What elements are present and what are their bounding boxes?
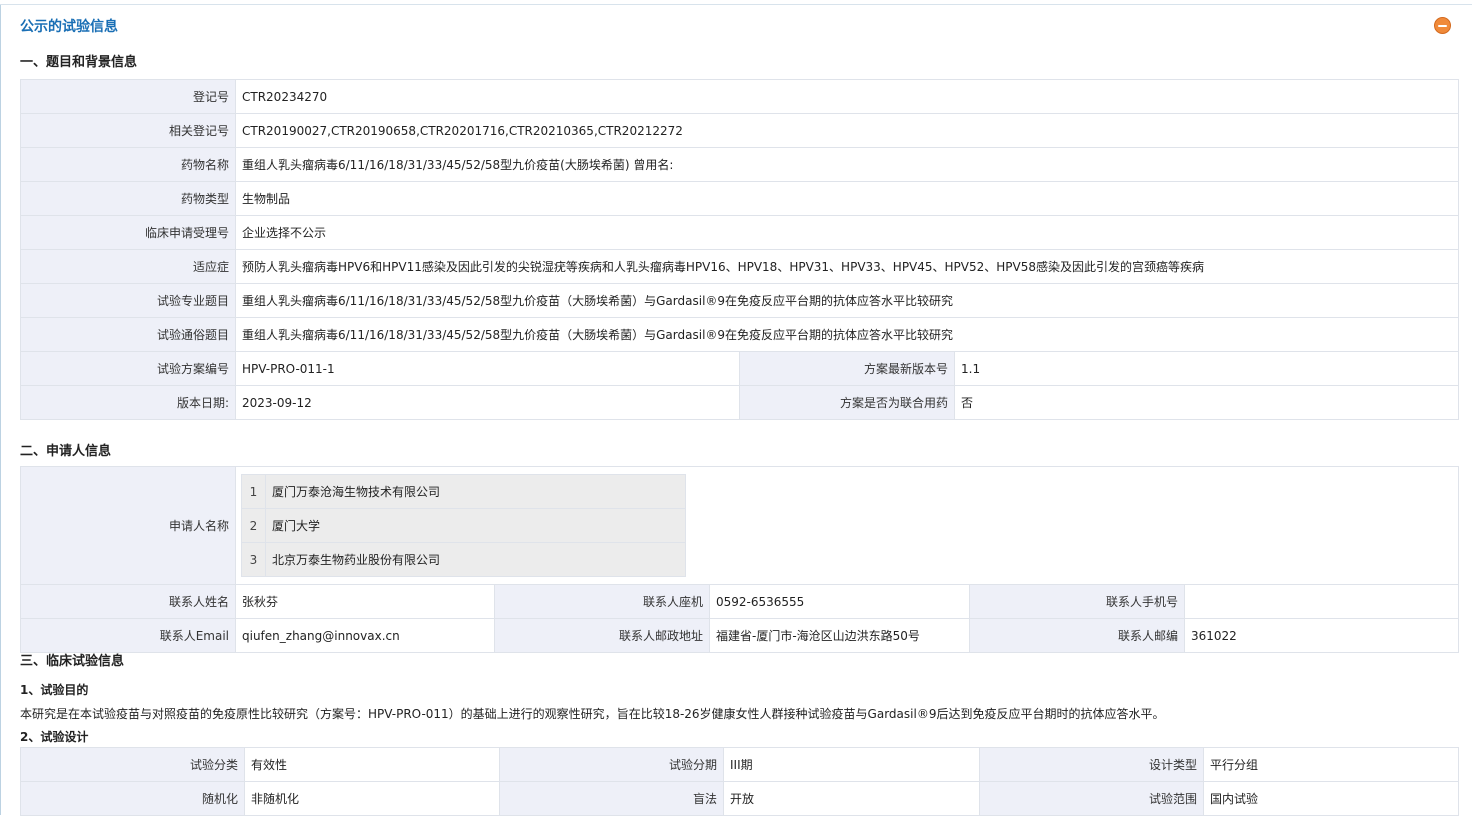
applicant-list: 1 厦门万泰沧海生物技术有限公司 2 厦门大学 3 北京万泰生物药业股份有限公司 [241, 474, 686, 577]
applicant-index: 1 [241, 474, 266, 509]
list-item: 1 厦门万泰沧海生物技术有限公司 [241, 474, 686, 509]
field-label: 设计类型 [979, 747, 1204, 782]
field-label: 方案最新版本号 [739, 351, 955, 386]
applicant-info-table: 申请人名称 1 厦门万泰沧海生物技术有限公司 2 厦门大学 3 北京万泰生物药业… [20, 466, 1459, 653]
contact-zip: 361022 [1184, 618, 1459, 653]
contact-email: qiufen_zhang@innovax.cn [235, 618, 495, 653]
table-row: 相关登记号 CTR20190027,CTR20190658,CTR2020171… [20, 113, 1459, 148]
field-label: 试验分期 [499, 747, 724, 782]
field-label: 联系人邮政地址 [494, 618, 710, 653]
contact-address: 福建省-厦门市-海沧区山边洪东路50号 [709, 618, 970, 653]
version-date: 2023-09-12 [235, 385, 740, 420]
table-row: 试验分类 有效性 试验分期 III期 设计类型 平行分组 [20, 747, 1459, 782]
list-item: 2 厦门大学 [241, 508, 686, 543]
application-acceptance-number: 企业选择不公示 [235, 215, 1459, 250]
applicant-name: 厦门万泰沧海生物技术有限公司 [265, 474, 686, 509]
table-row: 试验专业题目 重组人乳头瘤病毒6/11/16/18/31/33/45/52/58… [20, 283, 1459, 318]
field-label: 试验分类 [20, 747, 245, 782]
field-label: 临床申请受理号 [20, 215, 236, 250]
table-row: 申请人名称 1 厦门万泰沧海生物技术有限公司 2 厦门大学 3 北京万泰生物药业… [20, 466, 1459, 585]
field-label: 相关登记号 [20, 113, 236, 148]
table-row: 登记号 CTR20234270 [20, 79, 1459, 114]
design-heading: 2、试验设计 [20, 730, 89, 744]
field-label: 联系人姓名 [20, 584, 236, 619]
field-label: 联系人座机 [494, 584, 710, 619]
field-label: 方案是否为联合用药 [739, 385, 955, 420]
applicant-list-cell: 1 厦门万泰沧海生物技术有限公司 2 厦门大学 3 北京万泰生物药业股份有限公司 [235, 466, 1459, 585]
applicant-index: 2 [241, 508, 266, 543]
public-title: 重组人乳头瘤病毒6/11/16/18/31/33/45/52/58型九价疫苗（大… [235, 317, 1459, 352]
field-label: 药物类型 [20, 181, 236, 216]
trial-design-table: 试验分类 有效性 试验分期 III期 设计类型 平行分组 随机化 非随机化 盲法… [20, 747, 1459, 816]
applicant-name: 北京万泰生物药业股份有限公司 [265, 542, 686, 577]
applicant-index: 3 [241, 542, 266, 577]
purpose-heading: 1、试验目的 [20, 683, 89, 697]
trial-phase: III期 [723, 747, 980, 782]
topic-info-table: 登记号 CTR20234270 相关登记号 CTR20190027,CTR201… [20, 79, 1459, 420]
field-label: 药物名称 [20, 147, 236, 182]
field-label: 申请人名称 [20, 466, 236, 585]
contact-mobile [1184, 584, 1459, 619]
field-label: 试验方案编号 [20, 351, 236, 386]
trial-scope: 国内试验 [1203, 781, 1459, 816]
table-row: 试验通俗题目 重组人乳头瘤病毒6/11/16/18/31/33/45/52/58… [20, 317, 1459, 352]
blinding: 开放 [723, 781, 980, 816]
field-label: 适应症 [20, 249, 236, 284]
field-label: 登记号 [20, 79, 236, 114]
contact-phone: 0592-6536555 [709, 584, 970, 619]
field-label: 盲法 [499, 781, 724, 816]
table-row: 临床申请受理号 企业选择不公示 [20, 215, 1459, 250]
field-label: 联系人手机号 [969, 584, 1185, 619]
trial-category: 有效性 [244, 747, 500, 782]
field-label: 版本日期: [20, 385, 236, 420]
contact-name: 张秋芬 [235, 584, 495, 619]
table-row: 药物类型 生物制品 [20, 181, 1459, 216]
field-label: 试验专业题目 [20, 283, 236, 318]
design-type: 平行分组 [1203, 747, 1459, 782]
table-row: 试验方案编号 HPV-PRO-011-1 方案最新版本号 1.1 [20, 351, 1459, 386]
field-label: 试验范围 [979, 781, 1204, 816]
related-registration-numbers: CTR20190027,CTR20190658,CTR20201716,CTR2… [235, 113, 1459, 148]
top-border [0, 4, 1472, 5]
scientific-title: 重组人乳头瘤病毒6/11/16/18/31/33/45/52/58型九价疫苗（大… [235, 283, 1459, 318]
section-heading-trial: 三、临床试验信息 [20, 654, 125, 669]
left-border [0, 5, 1, 815]
table-row: 随机化 非随机化 盲法 开放 试验范围 国内试验 [20, 781, 1459, 816]
list-item: 3 北京万泰生物药业股份有限公司 [241, 542, 686, 577]
table-row: 药物名称 重组人乳头瘤病毒6/11/16/18/31/33/45/52/58型九… [20, 147, 1459, 182]
page-title: 公示的试验信息 [20, 19, 118, 35]
latest-version-number: 1.1 [954, 351, 1459, 386]
table-row: 版本日期: 2023-09-12 方案是否为联合用药 否 [20, 385, 1459, 420]
section-heading-topic: 一、题目和背景信息 [20, 55, 138, 70]
collapse-minus-icon[interactable] [1434, 17, 1451, 34]
drug-name: 重组人乳头瘤病毒6/11/16/18/31/33/45/52/58型九价疫苗(大… [235, 147, 1459, 182]
randomization: 非随机化 [244, 781, 500, 816]
indication: 预防人乳头瘤病毒HPV6和HPV11感染及因此引发的尖锐湿疣等疾病和人乳头瘤病毒… [235, 249, 1459, 284]
table-row: 联系人Email qiufen_zhang@innovax.cn 联系人邮政地址… [20, 618, 1459, 653]
registration-number: CTR20234270 [235, 79, 1459, 114]
applicant-name: 厦门大学 [265, 508, 686, 543]
combination-drug: 否 [954, 385, 1459, 420]
protocol-number: HPV-PRO-011-1 [235, 351, 740, 386]
table-row: 适应症 预防人乳头瘤病毒HPV6和HPV11感染及因此引发的尖锐湿疣等疾病和人乳… [20, 249, 1459, 284]
table-row: 联系人姓名 张秋芬 联系人座机 0592-6536555 联系人手机号 [20, 584, 1459, 619]
purpose-text: 本研究是在本试验疫苗与对照疫苗的免疫原性比较研究（方案号：HPV-PRO-011… [20, 707, 1165, 721]
field-label: 试验通俗题目 [20, 317, 236, 352]
field-label: 联系人Email [20, 618, 236, 653]
field-label: 联系人邮编 [969, 618, 1185, 653]
section-heading-applicant: 二、申请人信息 [20, 444, 112, 459]
field-label: 随机化 [20, 781, 245, 816]
drug-type: 生物制品 [235, 181, 1459, 216]
